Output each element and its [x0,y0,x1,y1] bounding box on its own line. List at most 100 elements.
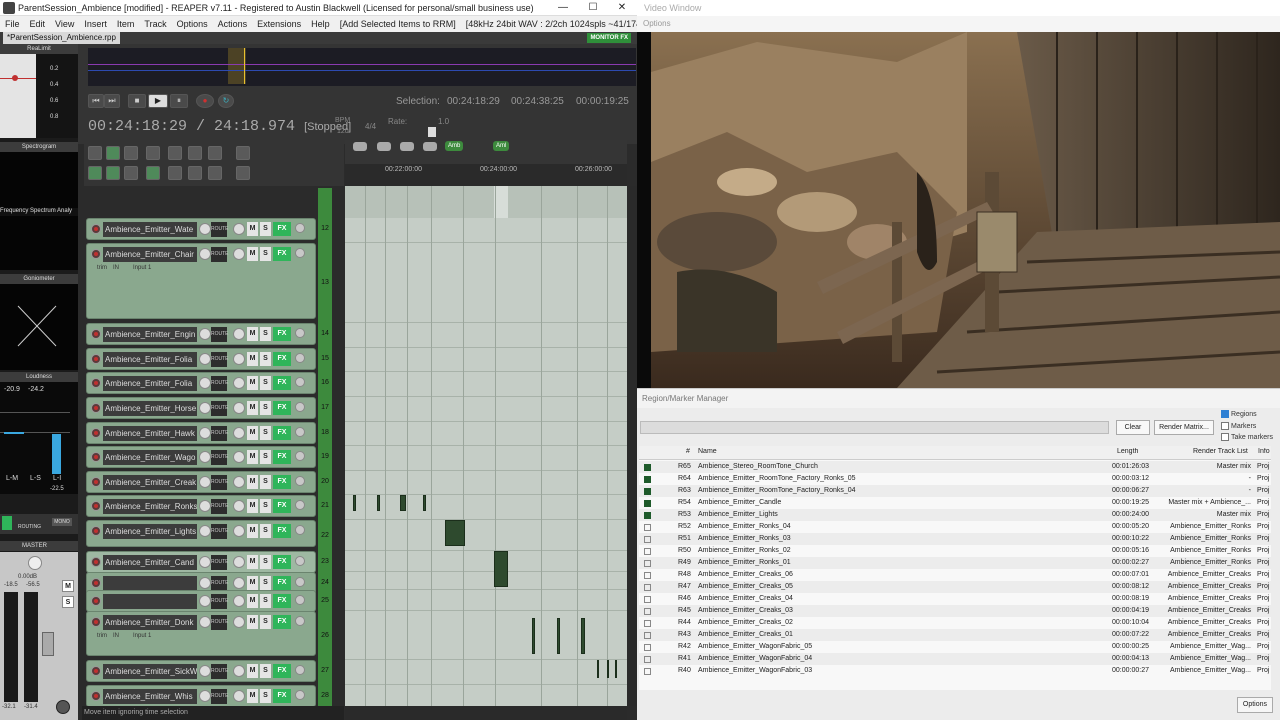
region-marker-aml[interactable]: Aml [493,141,510,151]
track-28[interactable]: Ambience_Emitter_Whis ROUTE M S FX [86,685,316,707]
pan-knob[interactable] [233,500,245,512]
volume-knob[interactable] [199,525,211,537]
record-arm-button[interactable] [91,617,101,627]
volume-knob[interactable] [199,223,211,235]
input-select[interactable]: Input 1 [133,633,151,639]
envelope-button[interactable] [295,500,305,510]
selection-end[interactable]: 00:24:38:25 [511,96,564,107]
marker-icon[interactable] [146,146,160,160]
mute-button[interactable]: M [247,376,258,390]
project-tab[interactable]: *ParentSession_Ambience.rpp [3,32,120,44]
master-solo-button[interactable]: S [62,596,74,608]
record-arm-button[interactable] [91,578,101,588]
route-button[interactable]: ROUTE [211,524,229,539]
track-name[interactable]: Ambience_Emitter_Wate [103,222,197,237]
volume-knob[interactable] [199,476,211,488]
repeat-button[interactable]: ↻ [218,94,234,108]
undo-icon[interactable] [168,146,182,160]
region-select-box[interactable] [644,620,651,627]
track-name[interactable]: Ambience_Emitter_Whis [103,689,197,704]
track-lane[interactable] [345,495,627,520]
solo-button[interactable]: S [260,450,271,464]
envelope-button[interactable] [295,328,305,338]
route-button[interactable]: ROUTE [211,450,229,465]
track-lane[interactable] [345,660,627,685]
volume-knob[interactable] [199,577,211,589]
track-name[interactable] [103,594,197,609]
fx-button[interactable]: FX [273,475,291,489]
route-button[interactable]: ROUTE [211,426,229,441]
pan-knob[interactable] [233,577,245,589]
region-select-box[interactable] [644,524,651,531]
volume-knob[interactable] [199,377,211,389]
mute-button[interactable]: M [247,499,258,513]
vertical-scrollbar[interactable] [627,186,637,706]
media-item[interactable] [557,618,560,654]
solo-button[interactable]: S [260,615,271,629]
region-select-box[interactable] [644,476,651,483]
loop-icon[interactable] [188,166,202,180]
region-select-box[interactable] [644,656,651,663]
region-select-box[interactable] [644,560,651,567]
track-25[interactable]: ROUTE M S FX [86,590,316,612]
mute-button[interactable]: M [247,426,258,440]
region-select-box[interactable] [644,464,651,471]
solo-button[interactable]: S [260,222,271,236]
mute-button[interactable]: M [247,327,258,341]
track-13[interactable]: Ambience_Emitter_Chair ROUTE M S FX trim IN Inp… [86,243,316,319]
fx-button[interactable]: FX [273,555,291,569]
solo-button[interactable]: S [260,426,271,440]
master-fader[interactable] [42,632,54,656]
master-mute-button[interactable]: M [62,580,74,592]
track-lane[interactable] [345,520,627,551]
track-name[interactable]: Ambience_Emitter_Wago [103,450,197,465]
fx-button[interactable]: FX [273,664,291,678]
region-select-box[interactable] [644,632,651,639]
envelope-button[interactable] [295,665,305,675]
fx-button[interactable]: FX [273,426,291,440]
media-item[interactable] [377,495,380,511]
menu-view[interactable]: View [50,19,79,29]
marker-4[interactable] [423,142,437,151]
track-15[interactable]: Ambience_Emitter_Folia ROUTE M S FX [86,348,316,370]
track-16[interactable]: Ambience_Emitter_Folia ROUTE M S FX [86,372,316,394]
master-fx-button[interactable] [2,516,12,530]
ripple-icon[interactable] [88,166,102,180]
track-name[interactable]: Ambience_Emitter_Folia [103,352,197,367]
col-render-tracks[interactable]: Render Track List [1193,448,1248,455]
route-button[interactable]: ROUTE [211,594,229,609]
pan-knob[interactable] [233,556,245,568]
solo-button[interactable]: S [260,352,271,366]
track-lane[interactable] [345,471,627,495]
snap-icon[interactable] [106,166,120,180]
track-name[interactable]: Ambience_Emitter_Donk [103,615,197,630]
route-button[interactable]: ROUTE [211,689,229,704]
envelope-button[interactable] [295,556,305,566]
media-item[interactable] [445,520,465,546]
region-row[interactable]: R52 Ambience_Emitter_Ronks_04 00:00:05:20 A… [639,521,1271,533]
mute-button[interactable]: M [247,475,258,489]
track-19[interactable]: Ambience_Emitter_Wago ROUTE M S FX [86,446,316,468]
track-lane[interactable] [345,243,627,323]
volume-knob[interactable] [199,427,211,439]
record-arm-button[interactable] [91,477,101,487]
mute-button[interactable]: M [247,615,258,629]
track-20[interactable]: Ambience_Emitter_Creak ROUTE M S FX [86,471,316,493]
route-button[interactable]: ROUTE [211,327,229,342]
lock-icon[interactable] [208,166,222,180]
fx-button[interactable]: FX [273,576,291,590]
master-pan-knob[interactable] [56,700,70,714]
media-item[interactable] [423,495,426,511]
media-item[interactable] [615,660,617,678]
region-select-box[interactable] [644,500,651,507]
route-button[interactable]: ROUTE [211,664,229,679]
master-volume-knob[interactable] [28,556,42,570]
bpm-value[interactable]: 120 [337,128,349,135]
region-row[interactable]: R64 Ambience_Emitter_RoomTone_Factory_Ron… [639,473,1271,485]
envelope-button[interactable] [295,451,305,461]
record-arm-button[interactable] [91,691,101,701]
track-name[interactable]: Ambience_Emitter_Creak [103,475,197,490]
copy-icon[interactable] [124,146,138,160]
clear-button[interactable]: Clear [1116,420,1150,435]
region-row[interactable]: R48 Ambience_Emitter_Creaks_06 00:00:07:01… [639,569,1271,581]
